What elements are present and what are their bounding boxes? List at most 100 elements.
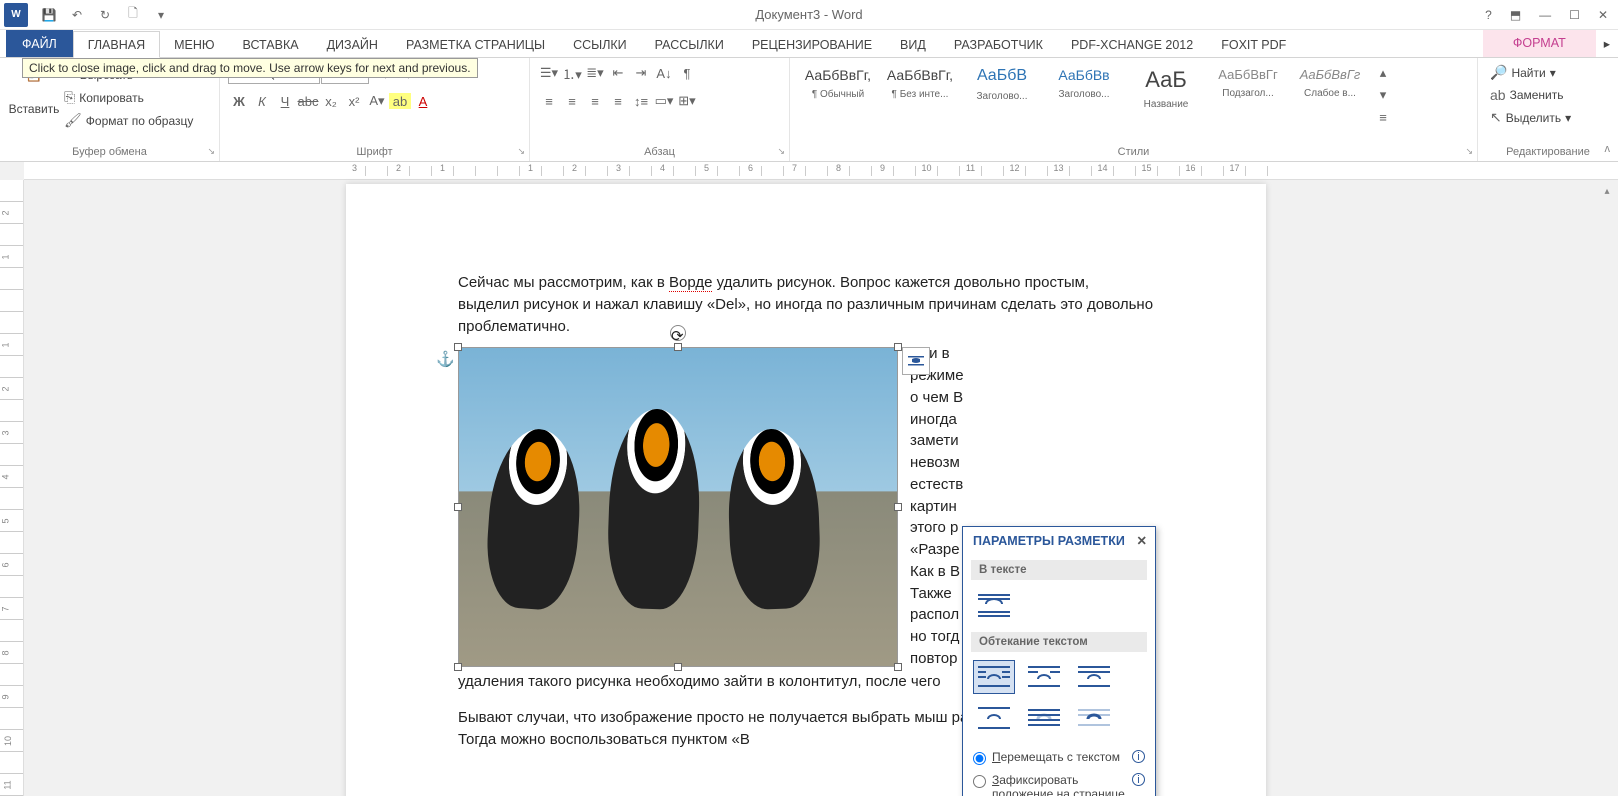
customize-qat-button[interactable]: ▾ xyxy=(148,2,174,28)
collapse-ribbon-button[interactable]: ʌ xyxy=(1605,143,1611,155)
resize-handle-bm[interactable] xyxy=(674,663,682,671)
resize-handle-tl[interactable] xyxy=(454,343,462,351)
line-spacing-button[interactable]: ↕≡ xyxy=(630,90,652,112)
styles-dialog-launcher[interactable]: ↘ xyxy=(1465,146,1473,157)
popup-close-button[interactable]: ✕ xyxy=(1137,533,1147,548)
style-item[interactable]: АаБбВЗаголово... xyxy=(962,62,1042,122)
ribbon-display-button[interactable]: ⬒ xyxy=(1506,8,1525,22)
tab-format[interactable]: ФОРМАТ xyxy=(1483,29,1596,57)
show-marks-button[interactable]: ¶ xyxy=(676,62,698,84)
tab-overflow[interactable]: ▸ xyxy=(1596,30,1618,57)
resize-handle-tr[interactable] xyxy=(894,343,902,351)
resize-handle-tm[interactable] xyxy=(674,343,682,351)
radio-move-input[interactable] xyxy=(973,752,986,765)
layout-through[interactable] xyxy=(1073,660,1115,694)
resize-handle-rm[interactable] xyxy=(894,503,902,511)
vertical-ruler[interactable]: 211234567891011 xyxy=(0,180,24,796)
tab-home[interactable]: ГЛАВНАЯ xyxy=(73,31,160,58)
save-button[interactable]: 💾 xyxy=(36,2,62,28)
copy-button[interactable]: ⎘Копировать xyxy=(60,87,197,108)
radio-move-with-text[interactable]: ППеремещать с текстомеремещать с текстом… xyxy=(973,746,1145,769)
layout-inline[interactable] xyxy=(973,588,1015,622)
tab-developer[interactable]: РАЗРАБОТЧИК xyxy=(940,32,1057,57)
align-right-button[interactable]: ≡ xyxy=(584,90,606,112)
multilevel-list-button[interactable]: ≣▾ xyxy=(584,62,606,84)
redo-button[interactable]: ↻ xyxy=(92,2,118,28)
layout-behind-text[interactable] xyxy=(1023,702,1065,736)
style-item[interactable]: АаБНазвание xyxy=(1126,62,1206,122)
style-item[interactable]: АаБбВвГгПодзагол... xyxy=(1208,62,1288,122)
font-dialog-launcher[interactable]: ↘ xyxy=(517,146,525,157)
superscript-button[interactable]: x² xyxy=(343,90,365,112)
sort-button[interactable]: A↓ xyxy=(653,62,675,84)
clipboard-dialog-launcher[interactable]: ↘ xyxy=(207,146,215,157)
tab-design[interactable]: ДИЗАЙН xyxy=(313,32,392,57)
shading-button[interactable]: ▭▾ xyxy=(653,90,675,112)
minimize-button[interactable]: — xyxy=(1535,8,1555,22)
decrease-indent-button[interactable]: ⇤ xyxy=(607,62,629,84)
format-painter-button[interactable]: 🖌Формат по образцу xyxy=(60,110,197,131)
help-button[interactable]: ? xyxy=(1481,8,1496,22)
layout-top-bottom[interactable] xyxy=(973,702,1015,736)
bullets-button[interactable]: ☰▾ xyxy=(538,62,560,84)
paragraph-dialog-launcher[interactable]: ↘ xyxy=(777,146,785,157)
borders-button[interactable]: ⊞▾ xyxy=(676,90,698,112)
subscript-button[interactable]: x₂ xyxy=(320,90,342,112)
horizontal-ruler[interactable]: 3211234567891011121314151617 xyxy=(24,162,1618,180)
tab-mailings[interactable]: РАССЫЛКИ xyxy=(641,32,738,57)
layout-square[interactable] xyxy=(973,660,1015,694)
resize-handle-bl[interactable] xyxy=(454,663,462,671)
styles-scroll-down[interactable]: ▾ xyxy=(1372,84,1394,106)
bold-button[interactable]: Ж xyxy=(228,90,250,112)
document-area: 3211234567891011121314151617 21123456789… xyxy=(0,162,1618,796)
anchor-icon[interactable]: ⚓ xyxy=(436,349,455,371)
resize-handle-br[interactable] xyxy=(894,663,902,671)
radio-fix-position[interactable]: Зафиксировать положение на странице i xyxy=(973,769,1145,796)
align-left-button[interactable]: ≡ xyxy=(538,90,560,112)
layout-options-button[interactable] xyxy=(902,347,930,375)
text-effects-button[interactable]: A▾ xyxy=(366,90,388,112)
styles-more-button[interactable]: ≡ xyxy=(1372,106,1394,128)
highlight-button[interactable]: ab xyxy=(389,93,411,109)
font-color-button[interactable]: A xyxy=(412,90,434,112)
tab-menu[interactable]: Меню xyxy=(160,32,228,57)
new-doc-button[interactable]: 🗋 xyxy=(120,2,146,28)
tab-insert[interactable]: ВСТАВКА xyxy=(229,32,313,57)
italic-button[interactable]: К xyxy=(251,90,273,112)
find-button[interactable]: 🔎Найти ▾ xyxy=(1486,62,1560,83)
styles-gallery[interactable]: АаБбВвГг,¶ ОбычныйАаБбВвГг,¶ Без инте...… xyxy=(798,62,1370,122)
tab-file[interactable]: ФАЙЛ xyxy=(6,30,73,57)
tab-view[interactable]: ВИД xyxy=(886,32,940,57)
justify-button[interactable]: ≡ xyxy=(607,90,629,112)
select-button[interactable]: ↖Выделить ▾ xyxy=(1486,107,1575,128)
style-name: Заголово... xyxy=(965,91,1039,102)
style-item[interactable]: АаБбВвГг,¶ Без инте... xyxy=(880,62,960,122)
tab-page-layout[interactable]: РАЗМЕТКА СТРАНИЦЫ xyxy=(392,32,559,57)
tab-review[interactable]: РЕЦЕНЗИРОВАНИЕ xyxy=(738,32,886,57)
resize-handle-lm[interactable] xyxy=(454,503,462,511)
style-item[interactable]: АаБбВвГгСлабое в... xyxy=(1290,62,1370,122)
tab-foxit[interactable]: Foxit PDF xyxy=(1207,32,1300,57)
undo-button[interactable]: ↶ xyxy=(64,2,90,28)
numbering-button[interactable]: ⒈▾ xyxy=(561,62,583,84)
style-item[interactable]: АаБбВвГг,¶ Обычный xyxy=(798,62,878,122)
tab-pdf-xchange[interactable]: PDF-XChange 2012 xyxy=(1057,32,1207,57)
rotate-handle[interactable]: ⟳ xyxy=(670,325,686,341)
layout-tight[interactable] xyxy=(1023,660,1065,694)
close-button[interactable]: ✕ xyxy=(1594,8,1612,22)
strikethrough-button[interactable]: abc xyxy=(297,90,319,112)
style-item[interactable]: АаБбВвЗаголово... xyxy=(1044,62,1124,122)
info-icon[interactable]: i xyxy=(1132,773,1145,786)
tab-references[interactable]: ССЫЛКИ xyxy=(559,32,641,57)
styles-scroll-up[interactable]: ▴ xyxy=(1372,62,1394,84)
increase-indent-button[interactable]: ⇥ xyxy=(630,62,652,84)
underline-button[interactable]: Ч xyxy=(274,90,296,112)
radio-fix-input[interactable] xyxy=(973,775,986,788)
info-icon[interactable]: i xyxy=(1132,750,1145,763)
selected-image[interactable]: ⚓ ⟳ xyxy=(458,347,898,667)
align-center-button[interactable]: ≡ xyxy=(561,90,583,112)
layout-front-text[interactable] xyxy=(1073,702,1115,736)
replace-button[interactable]: abЗаменить xyxy=(1486,85,1568,105)
restore-button[interactable]: ☐ xyxy=(1565,8,1584,22)
scroll-up-button[interactable]: ▴ xyxy=(1598,182,1616,200)
